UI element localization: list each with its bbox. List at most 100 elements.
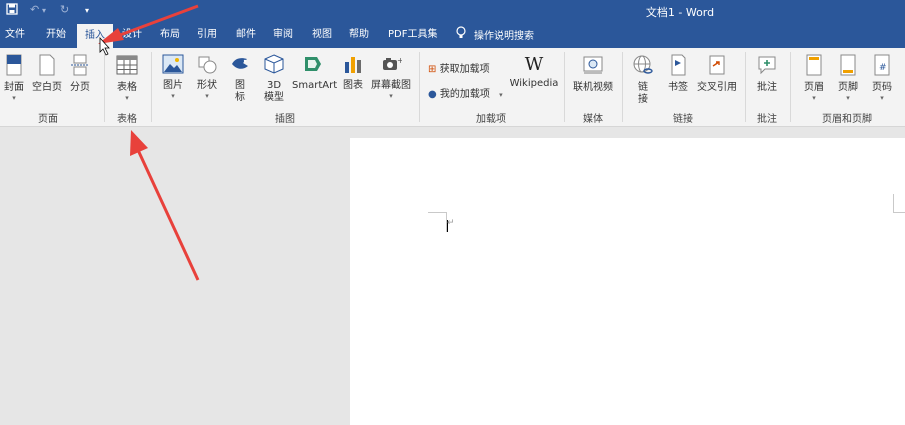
tab-pdf-tools[interactable]: PDF工具集 [388,22,437,48]
header-label: 页眉 [804,82,824,93]
group-divider [790,52,791,122]
smartart-button[interactable]: SmartArt [292,54,337,92]
wikipedia-icon: W [524,54,544,75]
icons-button[interactable]: 图 标 [228,54,252,104]
cross-reference-label: 交叉引用 [697,82,737,93]
tables-group-label: 表格 [117,114,137,125]
crop-mark [428,212,446,213]
crop-mark [893,212,905,213]
smartart-icon [292,54,336,78]
chevron-down-icon: ▾ [846,94,850,102]
header-button[interactable]: 页眉 ▾ [800,54,828,102]
tab-design[interactable]: 设计 [122,22,142,48]
comment-label: 批注 [757,82,777,93]
tab-file[interactable]: 文件 [5,22,25,48]
redo-icon[interactable]: ↻ [60,3,69,16]
online-video-label: 联机视频 [573,82,613,93]
3d-models-label-line2: 模型 [264,92,284,103]
ribbon-tabs: 文件 开始 插入 设计 布局 引用 邮件 审阅 视图 帮助 PDF工具集 操作说… [0,22,905,48]
tab-insert[interactable]: 插入 [77,24,113,48]
page-number-button[interactable]: # 页码 ▾ [868,54,896,102]
page-number-icon: # [868,54,896,80]
shapes-icon [192,54,222,78]
tell-me-search[interactable]: 操作说明搜索 [456,22,534,48]
cover-page-icon [2,54,26,80]
3d-models-button[interactable]: 3D 模型 [260,54,288,104]
screenshot-button[interactable]: + 屏幕截图 ▾ [369,54,413,100]
footer-icon [834,54,862,80]
tell-me-label: 操作说明搜索 [474,31,534,42]
table-icon [110,54,144,80]
tab-review[interactable]: 审阅 [273,22,293,48]
shapes-button[interactable]: 形状 ▾ [192,54,222,100]
customize-icon[interactable]: ▾ [85,6,89,15]
3d-models-label-line1: 3D [266,80,282,91]
undo-dropdown-icon[interactable]: ▾ [42,6,46,15]
chart-label: 图表 [343,80,363,91]
chevron-down-icon: ▾ [12,94,16,102]
cube-icon [260,54,288,78]
document-page[interactable]: ↵ [350,138,905,425]
my-addins-button[interactable]: ● 我的加载项 ▾ [428,85,503,100]
blank-page-button[interactable]: 空白页 [30,54,64,94]
pages-group-label: 页面 [38,114,58,125]
tab-mailings[interactable]: 邮件 [236,22,256,48]
icons-label-line2: 标 [235,92,245,103]
media-group-label: 媒体 [583,114,603,125]
new-comment-button[interactable]: 批注 [752,54,782,94]
group-divider [622,52,623,122]
get-addins-button[interactable]: ⊞ 获取加载项 [428,60,490,75]
table-label: 表格 [117,82,137,93]
bookmark-button[interactable]: 书签 [664,54,692,94]
my-addins-label: 我的加载项 [439,89,490,100]
cross-reference-button[interactable]: 交叉引用 [695,54,739,94]
footer-button[interactable]: 页脚 ▾ [834,54,862,102]
group-divider [151,52,152,122]
tab-references[interactable]: 引用 [197,22,217,48]
pictures-button[interactable]: 图片 ▾ [158,54,188,100]
cover-page-button[interactable]: 封面 ▾ [2,54,26,102]
group-divider [104,52,105,122]
icons-label-line1: 图 [235,80,245,91]
page-break-label: 分页 [70,82,90,93]
chevron-down-icon: ▾ [389,92,393,100]
picture-icon [158,54,188,78]
table-button[interactable]: 表格 ▾ [110,54,144,102]
document-canvas-background [0,127,350,425]
bookmark-label: 书签 [668,82,688,93]
globe-link-icon [630,54,656,80]
tab-home[interactable]: 开始 [46,22,66,48]
tab-layout[interactable]: 布局 [160,22,180,48]
link-button[interactable]: 链 接 [630,54,656,106]
blank-page-label: 空白页 [32,82,62,93]
window-title: 文档1 - Word [645,6,715,19]
page-break-button[interactable]: 分页 [66,54,94,94]
screenshot-icon: + [369,54,413,78]
wikipedia-label: Wikipedia [509,78,559,89]
blank-page-icon [30,54,64,80]
svg-text:+: + [397,56,402,65]
chart-button[interactable]: 图表 [340,54,366,92]
save-icon[interactable] [6,3,18,18]
crop-mark [893,194,894,212]
chevron-down-icon: ▾ [880,94,884,102]
chevron-down-icon: ▾ [499,91,503,99]
group-divider [564,52,565,122]
header-footer-group-label: 页眉和页脚 [822,114,872,125]
svg-text:#: # [879,63,887,73]
screenshot-label: 屏幕截图 [371,80,411,91]
undo-icon[interactable]: ↶ [30,3,39,16]
chevron-down-icon: ▾ [812,94,816,102]
online-video-button[interactable]: 联机视频 [570,54,616,94]
chevron-down-icon: ▾ [125,94,129,102]
page-number-label: 页码 [872,82,892,93]
chevron-down-icon: ▾ [205,92,209,100]
link-label-line1: 链 [638,82,648,93]
wikipedia-button[interactable]: W Wikipedia [508,54,560,90]
title-bar: ↶ ▾ ↻ ▾ 文档1 - Word [0,0,905,22]
tab-view[interactable]: 视图 [312,22,332,48]
comment-icon [752,54,782,80]
addins-group-label: 加载项 [476,114,506,125]
tab-help[interactable]: 帮助 [349,22,369,48]
store-icon: ⊞ [428,64,437,75]
